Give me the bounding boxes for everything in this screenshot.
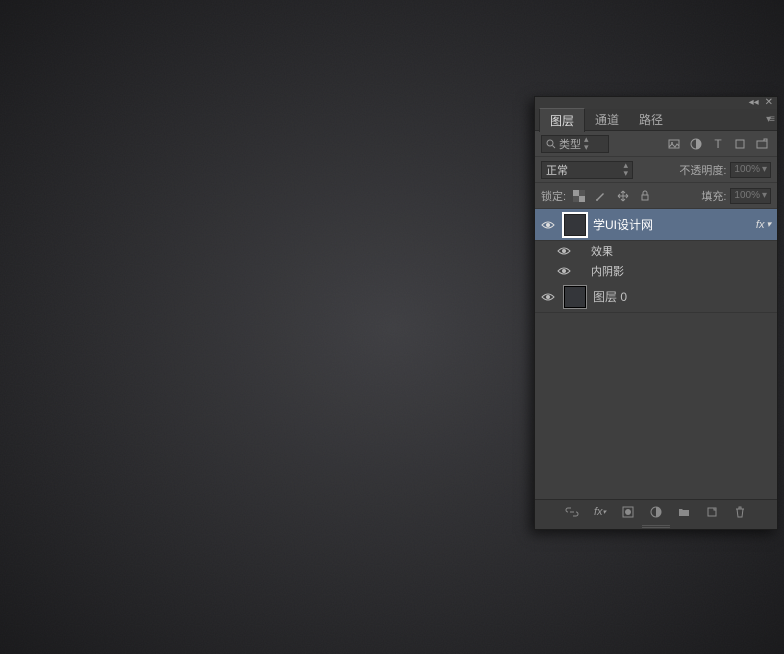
fill-value: 100% (734, 190, 760, 201)
tab-paths[interactable]: 路径 (629, 108, 673, 131)
layer-name: 图层 0 (593, 288, 773, 305)
layer-row[interactable]: 图层 0 (535, 281, 777, 313)
opacity-input[interactable]: 100% ▾ (730, 162, 771, 178)
lock-paint-icon[interactable] (592, 187, 610, 205)
layer-effect-inner-shadow[interactable]: 内阴影 (535, 261, 777, 281)
delete-layer-icon[interactable] (732, 504, 748, 520)
panel-menu-icon[interactable]: ▾≡ (766, 114, 773, 125)
group-icon[interactable] (676, 504, 692, 520)
visibility-toggle[interactable] (555, 266, 573, 276)
link-layers-icon[interactable] (564, 504, 580, 520)
fill-input[interactable]: 100% ▾ (730, 188, 771, 204)
adjustment-layer-icon[interactable] (648, 504, 664, 520)
filter-shape-icon[interactable] (731, 135, 749, 153)
layer-thumbnail[interactable] (563, 285, 587, 309)
blend-mode-value: 正常 (546, 162, 568, 178)
filter-kind-select[interactable]: 类型 ▴▾ (541, 135, 609, 153)
filter-adjust-icon[interactable] (687, 135, 705, 153)
layer-fx-indicator[interactable]: fx ▾ (756, 219, 771, 231)
layer-thumbnail[interactable] (563, 213, 587, 237)
tab-channels[interactable]: 通道 (585, 108, 629, 131)
filter-smartobj-icon[interactable] (753, 135, 771, 153)
lock-position-icon[interactable] (614, 187, 632, 205)
lock-row: 锁定: 填充: 100% ▾ (535, 183, 777, 209)
layer-style-icon[interactable]: fx▾ (592, 504, 608, 520)
opacity-value: 100% (734, 164, 760, 175)
layer-mask-icon[interactable] (620, 504, 636, 520)
layer-effects-header[interactable]: 效果 (535, 241, 777, 261)
lock-label: 锁定: (541, 188, 566, 204)
effects-label: 效果 (591, 243, 613, 259)
new-layer-icon[interactable] (704, 504, 720, 520)
lock-all-icon[interactable] (636, 187, 654, 205)
layer-name: 学UI设计网 (593, 216, 750, 233)
panel-resize-grip[interactable] (535, 523, 777, 529)
visibility-toggle[interactable] (555, 246, 573, 256)
search-icon (546, 139, 556, 149)
chevron-down-icon: ▾ (766, 219, 771, 230)
fill-label: 填充: (701, 188, 726, 204)
layer-filter-row: 类型 ▴▾ T (535, 131, 777, 157)
opacity-label: 不透明度: (679, 162, 726, 178)
filter-type-icon[interactable]: T (709, 135, 727, 153)
blend-row: 正常 ▴▾ 不透明度: 100% ▾ (535, 157, 777, 183)
effect-label: 内阴影 (591, 263, 624, 279)
layers-list: 学UI设计网 fx ▾ 效果 内阴影 图层 0 (535, 209, 777, 499)
visibility-toggle[interactable] (539, 220, 557, 230)
layers-panel: ◂◂ ✕ 图层 通道 路径 ▾≡ 类型 ▴▾ T 正常 ▴▾ 不透明度: 100… (534, 96, 778, 530)
filter-pixel-icon[interactable] (665, 135, 683, 153)
layer-row[interactable]: 学UI设计网 fx ▾ (535, 209, 777, 241)
close-icon[interactable]: ✕ (765, 98, 773, 108)
filter-kind-label: 类型 (559, 136, 581, 152)
collapse-icon[interactable]: ◂◂ (749, 98, 759, 108)
blend-mode-select[interactable]: 正常 ▴▾ (541, 161, 633, 179)
visibility-toggle[interactable] (539, 292, 557, 302)
tab-layers[interactable]: 图层 (539, 108, 585, 132)
lock-transparency-icon[interactable] (570, 187, 588, 205)
panel-tabs: 图层 通道 路径 ▾≡ (535, 109, 777, 131)
layers-footer: fx▾ (535, 499, 777, 523)
